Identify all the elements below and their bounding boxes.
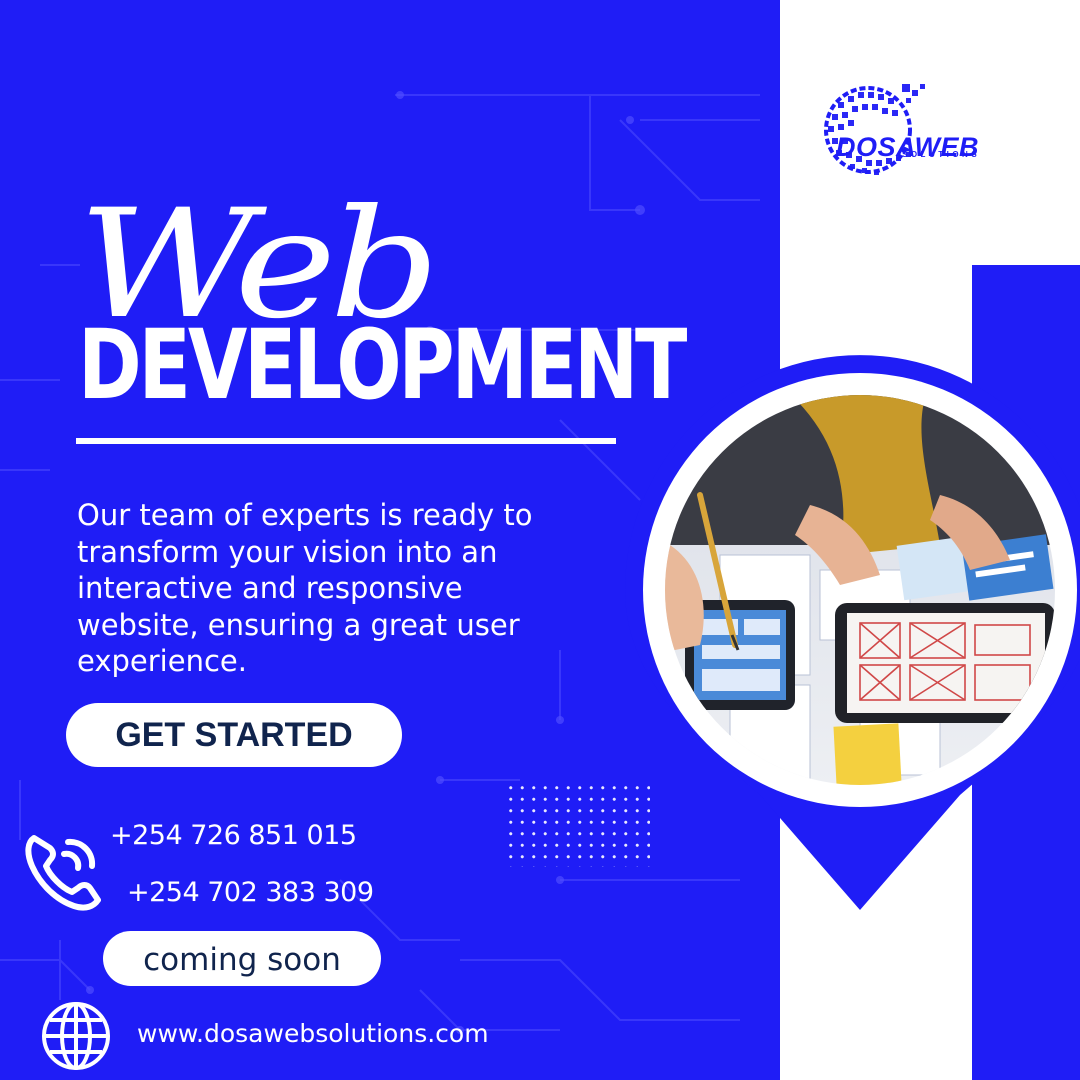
headline-main: DEVELOPMENT (78, 309, 687, 421)
description-text: Our team of experts is ready to transfor… (77, 498, 533, 678)
phone-number-2[interactable]: +254 702 383 309 (127, 875, 374, 911)
headline-underline (76, 438, 616, 444)
promo-canvas: DOSAWEB SOLUTIONS Web DEVELOPMENT Our te… (0, 0, 1080, 1080)
logo-tagline: SOLUTIONS (902, 150, 981, 159)
website-link[interactable]: www.dosawebsolutions.com (137, 1018, 489, 1050)
phone-icon (25, 835, 101, 911)
phone-number-1[interactable]: +254 726 851 015 (110, 818, 357, 854)
globe-icon (42, 1002, 110, 1070)
get-started-button[interactable]: GET STARTED (66, 703, 402, 767)
coming-soon-badge: coming soon (103, 931, 381, 986)
location-pin-photo-frame (625, 355, 1080, 910)
